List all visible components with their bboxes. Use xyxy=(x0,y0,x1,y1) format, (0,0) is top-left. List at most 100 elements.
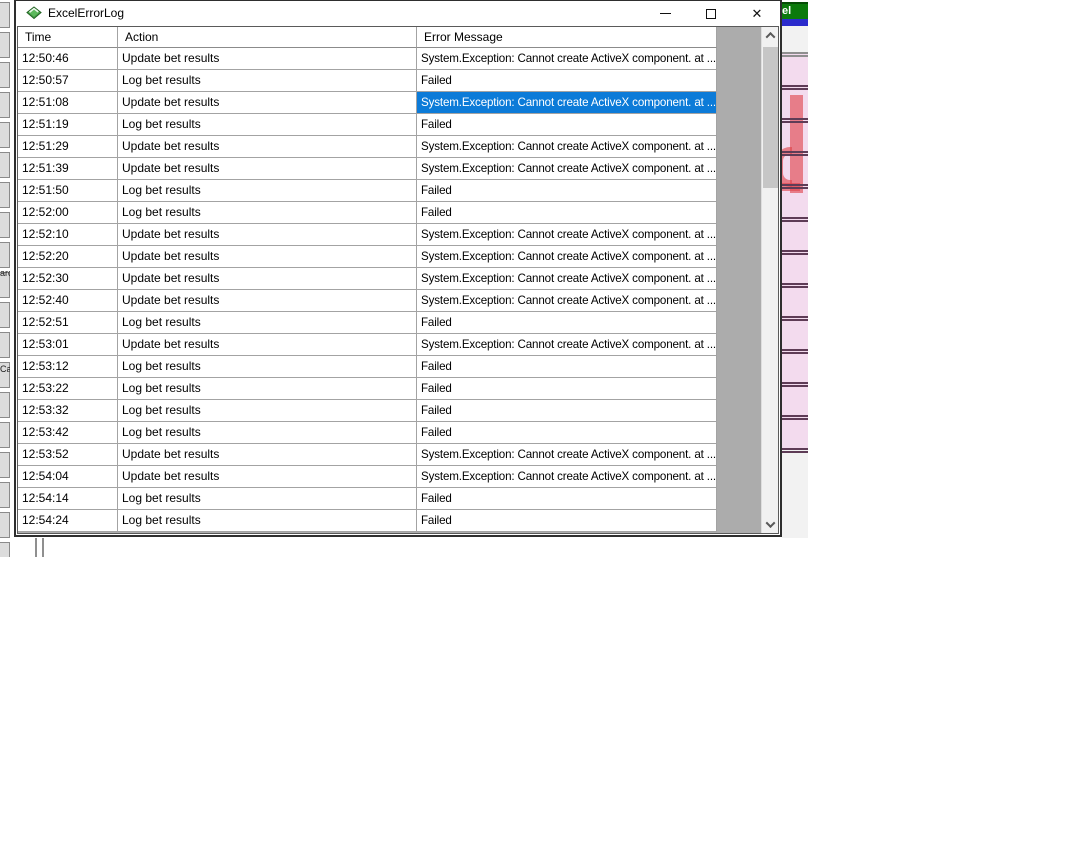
table-row[interactable]: 12:52:00Log bet resultsFailed xyxy=(18,202,761,224)
scrollbar-thumb[interactable] xyxy=(763,47,778,188)
cell-action[interactable]: Update bet results xyxy=(118,48,417,70)
table-row[interactable]: 12:51:50Log bet resultsFailed xyxy=(18,180,761,202)
cell-error[interactable]: System.Exception: Cannot create ActiveX … xyxy=(417,158,717,180)
cell-action[interactable]: Log bet results xyxy=(118,114,417,136)
cell-action[interactable]: Log bet results xyxy=(118,378,417,400)
cell-error[interactable]: System.Exception: Cannot create ActiveX … xyxy=(417,268,717,290)
cell-time[interactable]: 12:50:57 xyxy=(18,70,118,92)
cell-time[interactable]: 12:53:12 xyxy=(18,356,118,378)
cell-action[interactable]: Log bet results xyxy=(118,488,417,510)
cell-action[interactable]: Update bet results xyxy=(118,136,417,158)
cell-time[interactable]: 12:52:40 xyxy=(18,290,118,312)
cell-error[interactable]: Failed xyxy=(417,422,717,444)
cell-error[interactable]: Failed xyxy=(417,180,717,202)
table-row[interactable]: 12:52:40Update bet resultsSystem.Excepti… xyxy=(18,290,761,312)
cell-error[interactable]: Failed xyxy=(417,356,717,378)
cell-time[interactable]: 12:52:51 xyxy=(18,312,118,334)
maximize-button[interactable] xyxy=(688,1,734,26)
cell-time[interactable]: 12:51:19 xyxy=(18,114,118,136)
cell-action[interactable]: Update bet results xyxy=(118,444,417,466)
cell-action[interactable]: Log bet results xyxy=(118,356,417,378)
cell-action[interactable]: Update bet results xyxy=(118,334,417,356)
cell-time[interactable]: 12:54:04 xyxy=(18,466,118,488)
cell-time[interactable]: 12:52:20 xyxy=(18,246,118,268)
excel-button-fragment xyxy=(0,62,10,88)
table-row[interactable]: 12:53:52Update bet resultsSystem.Excepti… xyxy=(18,444,761,466)
table-row[interactable]: 12:51:39Update bet resultsSystem.Excepti… xyxy=(18,158,761,180)
cell-action[interactable]: Update bet results xyxy=(118,290,417,312)
cell-time[interactable]: 12:52:10 xyxy=(18,224,118,246)
table-row[interactable]: 12:54:04Update bet resultsSystem.Excepti… xyxy=(18,466,761,488)
table-row[interactable]: 12:53:22Log bet resultsFailed xyxy=(18,378,761,400)
cell-time[interactable]: 12:52:00 xyxy=(18,202,118,224)
cell-error[interactable]: System.Exception: Cannot create ActiveX … xyxy=(417,444,717,466)
cell-action[interactable]: Update bet results xyxy=(118,246,417,268)
cell-action[interactable]: Log bet results xyxy=(118,510,417,532)
cell-action[interactable]: Update bet results xyxy=(118,268,417,290)
column-header-time[interactable]: Time xyxy=(18,27,118,48)
cell-time[interactable]: 12:53:32 xyxy=(18,400,118,422)
cell-action[interactable]: Log bet results xyxy=(118,400,417,422)
cell-action[interactable]: Log bet results xyxy=(118,202,417,224)
table-row[interactable]: 12:53:42Log bet resultsFailed xyxy=(18,422,761,444)
cell-error[interactable]: Failed xyxy=(417,312,717,334)
cell-action[interactable]: Update bet results xyxy=(118,224,417,246)
cell-error[interactable]: System.Exception: Cannot create ActiveX … xyxy=(417,466,717,488)
cell-action[interactable]: Update bet results xyxy=(118,92,417,114)
cell-time[interactable]: 12:53:22 xyxy=(18,378,118,400)
cell-error[interactable]: System.Exception: Cannot create ActiveX … xyxy=(417,334,717,356)
table-row[interactable]: 12:51:19Log bet resultsFailed xyxy=(18,114,761,136)
cell-action[interactable]: Log bet results xyxy=(118,180,417,202)
cell-error[interactable]: System.Exception: Cannot create ActiveX … xyxy=(417,92,717,114)
cell-time[interactable]: 12:53:52 xyxy=(18,444,118,466)
cell-time[interactable]: 12:51:29 xyxy=(18,136,118,158)
cell-time[interactable]: 12:52:30 xyxy=(18,268,118,290)
table-row[interactable]: 12:52:10Update bet resultsSystem.Excepti… xyxy=(18,224,761,246)
table-row[interactable]: 12:52:20Update bet resultsSystem.Excepti… xyxy=(18,246,761,268)
cell-time[interactable]: 12:54:24 xyxy=(18,510,118,532)
cell-error[interactable]: System.Exception: Cannot create ActiveX … xyxy=(417,290,717,312)
table-row[interactable]: 12:52:30Update bet resultsSystem.Excepti… xyxy=(18,268,761,290)
minimize-button[interactable] xyxy=(642,1,688,26)
table-row[interactable]: 12:50:46Update bet resultsSystem.Excepti… xyxy=(18,48,761,70)
cell-error[interactable]: Failed xyxy=(417,510,717,532)
cell-error[interactable]: Failed xyxy=(417,488,717,510)
cell-time[interactable]: 12:51:39 xyxy=(18,158,118,180)
table-row[interactable]: 12:51:08Update bet resultsSystem.Excepti… xyxy=(18,92,761,114)
table-row[interactable]: 12:52:51Log bet resultsFailed xyxy=(18,312,761,334)
cell-error[interactable]: Failed xyxy=(417,378,717,400)
table-row[interactable]: 12:54:24Log bet resultsFailed xyxy=(18,510,761,532)
cell-action[interactable]: Update bet results xyxy=(118,466,417,488)
cell-time[interactable]: 12:50:46 xyxy=(18,48,118,70)
cell-error[interactable]: System.Exception: Cannot create ActiveX … xyxy=(417,48,717,70)
table-row[interactable]: 12:53:32Log bet resultsFailed xyxy=(18,400,761,422)
cell-action[interactable]: Log bet results xyxy=(118,422,417,444)
table-row[interactable]: 12:53:12Log bet resultsFailed xyxy=(18,356,761,378)
cell-error[interactable]: Failed xyxy=(417,202,717,224)
column-header-action[interactable]: Action xyxy=(118,27,417,48)
cell-error[interactable]: Failed xyxy=(417,400,717,422)
cell-error[interactable]: System.Exception: Cannot create ActiveX … xyxy=(417,246,717,268)
vertical-scrollbar[interactable] xyxy=(761,27,778,533)
cell-time[interactable]: 12:53:01 xyxy=(18,334,118,356)
table-row[interactable]: 12:50:57Log bet resultsFailed xyxy=(18,70,761,92)
cell-time[interactable]: 12:51:50 xyxy=(18,180,118,202)
table-row[interactable]: 12:53:01Update bet resultsSystem.Excepti… xyxy=(18,334,761,356)
cell-error[interactable]: System.Exception: Cannot create ActiveX … xyxy=(417,136,717,158)
table-row[interactable]: 12:51:29Update bet resultsSystem.Excepti… xyxy=(18,136,761,158)
cell-action[interactable]: Log bet results xyxy=(118,312,417,334)
cell-action[interactable]: Log bet results xyxy=(118,70,417,92)
cell-error[interactable]: System.Exception: Cannot create ActiveX … xyxy=(417,224,717,246)
cell-action[interactable]: Update bet results xyxy=(118,158,417,180)
cell-time[interactable]: 12:53:42 xyxy=(18,422,118,444)
column-header-error-message[interactable]: Error Message xyxy=(417,27,717,48)
cell-error[interactable]: Failed xyxy=(417,114,717,136)
scroll-up-button[interactable] xyxy=(762,27,779,44)
title-bar[interactable]: ExcelErrorLog ✕ xyxy=(16,1,780,26)
cell-time[interactable]: 12:51:08 xyxy=(18,92,118,114)
scroll-down-button[interactable] xyxy=(762,516,779,533)
cell-error[interactable]: Failed xyxy=(417,70,717,92)
table-row[interactable]: 12:54:14Log bet resultsFailed xyxy=(18,488,761,510)
close-button[interactable]: ✕ xyxy=(734,1,780,26)
cell-time[interactable]: 12:54:14 xyxy=(18,488,118,510)
